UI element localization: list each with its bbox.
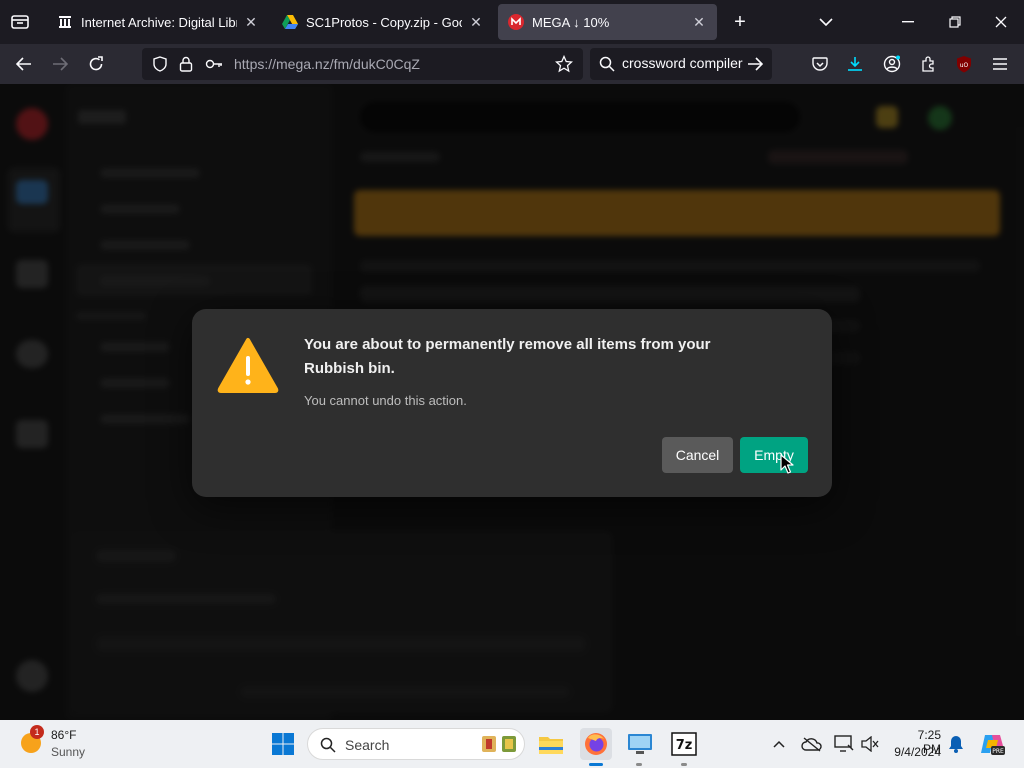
extensions-icon[interactable] — [916, 52, 940, 76]
file-explorer-icon[interactable] — [535, 728, 567, 760]
onedrive-icon[interactable] — [798, 728, 826, 760]
minimize-icon[interactable] — [896, 10, 920, 34]
bookmark-star-icon[interactable] — [554, 54, 574, 78]
pocket-icon[interactable] — [808, 52, 832, 76]
downloads-icon[interactable] — [843, 52, 867, 76]
dialog-subtitle: You cannot undo this action. — [304, 393, 467, 408]
tab-internet-archive[interactable]: Internet Archive: Digital Library ✕ — [47, 4, 269, 40]
permissions-key-icon[interactable] — [205, 57, 223, 76]
weather-condition: Sunny — [51, 745, 86, 759]
navigation-toolbar: https://mega.nz/fm/dukC0CqZ crossword co… — [0, 44, 1024, 84]
forward-icon[interactable] — [48, 52, 72, 76]
volume-muted-icon[interactable] — [858, 728, 882, 760]
search-highlight-icon — [480, 735, 518, 753]
go-arrow-icon[interactable] — [747, 57, 764, 76]
search-bar[interactable]: crossword compiler — [590, 48, 772, 80]
back-icon[interactable] — [12, 52, 36, 76]
tab-bar: Internet Archive: Digital Library ✕ SC1P… — [0, 0, 1024, 44]
remote-desktop-running-indicator — [636, 763, 642, 766]
list-all-tabs-icon[interactable] — [814, 10, 838, 34]
display-icon[interactable] — [830, 728, 858, 760]
firefox-icon[interactable] — [580, 728, 612, 760]
address-bar[interactable]: https://mega.nz/fm/dukC0CqZ — [142, 48, 583, 80]
firefox-view-icon[interactable] — [8, 10, 32, 34]
7zip-running-indicator — [681, 763, 687, 766]
ublock-origin-icon[interactable]: uO — [952, 52, 976, 76]
svg-text:PRE: PRE — [992, 748, 1004, 755]
reload-icon[interactable] — [84, 52, 108, 76]
remote-desktop-icon[interactable] — [624, 728, 656, 760]
empty-button[interactable]: Empty — [740, 437, 808, 473]
weather-temperature: 86°F — [51, 728, 77, 742]
close-tab-icon[interactable]: ✕ — [468, 14, 484, 30]
warning-icon — [217, 338, 279, 393]
archive-icon — [57, 14, 73, 30]
firefox-running-indicator — [589, 763, 603, 766]
tab-label: MEGA ↓ 10% — [532, 14, 610, 30]
search-icon — [320, 737, 336, 758]
start-button[interactable] — [267, 728, 299, 760]
show-hidden-icons-chevron-icon[interactable] — [766, 728, 792, 760]
dialog-title: You are about to permanently remove all … — [304, 336, 711, 377]
google-drive-icon — [282, 14, 298, 30]
mega-icon — [508, 14, 524, 30]
new-tab-icon[interactable]: + — [728, 10, 752, 34]
taskbar-search[interactable]: Search — [307, 728, 525, 760]
svg-text:7z: 7z — [676, 738, 693, 753]
tab-mega[interactable]: MEGA ↓ 10% ✕ — [498, 4, 717, 40]
close-tab-icon[interactable]: ✕ — [243, 14, 259, 30]
tracking-protection-icon[interactable] — [152, 56, 168, 77]
taskbar-search-placeholder: Search — [345, 737, 390, 753]
mouse-cursor-icon — [780, 454, 794, 474]
tab-google-drive[interactable]: SC1Protos - Copy.zip - Google ✕ — [272, 4, 494, 40]
close-window-icon[interactable] — [989, 10, 1013, 34]
svg-text:uO: uO — [960, 62, 969, 69]
close-tab-icon[interactable]: ✕ — [691, 14, 707, 30]
notification-bell-icon[interactable] — [944, 728, 968, 760]
copilot-icon[interactable]: PRE — [976, 728, 1010, 760]
lock-icon[interactable] — [179, 56, 193, 77]
url-text: https://mega.nz/fm/dukC0CqZ — [234, 56, 420, 72]
empty-rubbish-bin-dialog: You are about to permanently remove all … — [192, 309, 832, 497]
clock-date[interactable]: 9/4/2024 — [891, 745, 941, 759]
windows-logo-icon — [272, 733, 294, 755]
restore-icon[interactable] — [943, 10, 967, 34]
cancel-button[interactable]: Cancel — [662, 437, 733, 473]
weather-badge: 1 — [30, 725, 44, 739]
tab-label: SC1Protos - Copy.zip - Google — [306, 14, 462, 30]
account-icon[interactable] — [880, 52, 904, 76]
search-text: crossword compiler — [622, 55, 743, 71]
tab-label: Internet Archive: Digital Library — [81, 14, 237, 30]
search-icon — [599, 56, 615, 77]
menu-icon[interactable] — [988, 52, 1012, 76]
windows-taskbar: 1 86°F Sunny Search 7z 7:25 PM 9/4/2024 … — [0, 720, 1024, 768]
7zip-icon[interactable]: 7z — [668, 728, 700, 760]
